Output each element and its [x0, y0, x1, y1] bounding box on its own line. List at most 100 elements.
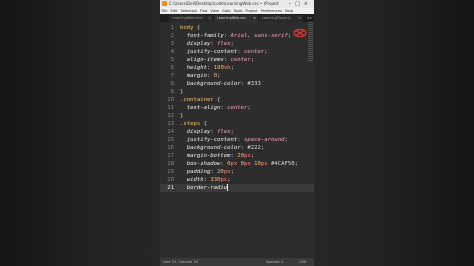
code-token: ;	[230, 129, 234, 135]
window-controls[interactable]: –□×	[289, 0, 312, 8]
code-line[interactable]: 2 font-family: Arial, sans-serif;	[160, 32, 314, 40]
tab-learningweb-html[interactable]: LearningWeb.html ×	[169, 15, 213, 22]
code-line[interactable]: 18 box-shadow: 0px 0px 10px #4CAF50;	[160, 160, 314, 168]
syntax-mode[interactable]: CSS	[299, 258, 306, 266]
code-token: .container	[180, 97, 214, 103]
code-text: .container {	[180, 96, 220, 104]
code-token: :	[237, 49, 245, 55]
code-line[interactable]: 10 .container {	[160, 96, 314, 104]
code-line[interactable]: 21 border-radiu	[160, 184, 314, 192]
code-text: height: 100vh;	[180, 64, 234, 72]
code-token: 20	[217, 169, 224, 175]
code-token: ;	[260, 145, 265, 151]
sublime-app-icon	[162, 1, 167, 6]
line-number: 17	[167, 153, 174, 159]
cursor-position: Line 21, Column 15	[163, 260, 198, 264]
code-token: ;	[227, 177, 231, 183]
code-token: width	[180, 177, 204, 183]
code-line[interactable]: 19 padding: 20px;	[160, 168, 314, 176]
code-token: px	[244, 161, 251, 167]
code-line[interactable]: 1 body {	[160, 24, 314, 32]
menu-view[interactable]: View	[210, 9, 219, 13]
close-icon[interactable]: ×	[253, 15, 256, 22]
code-token: px	[260, 161, 268, 167]
menu-help[interactable]: Help	[285, 9, 293, 13]
code-line[interactable]: 14 display: flex;	[160, 128, 314, 136]
code-line[interactable]: 12}	[160, 112, 314, 120]
code-line[interactable]: 5 align-items: center;	[160, 56, 314, 64]
menu-tools[interactable]: Tools	[234, 9, 243, 13]
menu-project[interactable]: Project	[245, 9, 257, 13]
code-token: ;	[247, 105, 251, 111]
code-text: .steps {	[180, 120, 207, 128]
code-text: width: 330px;	[180, 176, 231, 184]
code-text: padding: 20px;	[180, 168, 234, 176]
menu-edit[interactable]: Edit	[171, 9, 178, 13]
menu-preferences[interactable]: Preferences	[261, 9, 282, 13]
code-token: margin-bottom	[180, 153, 231, 159]
code-text: display: flex;	[180, 128, 234, 136]
code-token: 100	[213, 65, 224, 71]
code-token: center	[230, 57, 251, 63]
code-text: body {	[180, 24, 200, 32]
code-line[interactable]: 20 width: 330px;	[160, 176, 314, 184]
code-token: ;	[294, 161, 298, 167]
code-token: }	[180, 113, 184, 119]
code-editor[interactable]: 1 body {2 font-family: Arial, sans-serif;…	[160, 22, 314, 258]
code-token: ;	[230, 169, 234, 175]
code-text: justify-content: space-around;	[180, 136, 288, 144]
line-number: 2	[170, 33, 174, 39]
close-icon[interactable]: ×	[208, 15, 211, 22]
code-token: align-items	[180, 57, 224, 63]
menu-find[interactable]: Find	[200, 9, 207, 13]
tab-learningplayer-js[interactable]: LearningPlayer.js ×	[259, 15, 303, 22]
line-number: 6	[170, 65, 174, 71]
code-line[interactable]: 8 background-color: #333	[160, 80, 314, 88]
tab-learningweb-css[interactable]: LearningWeb.css ×	[214, 15, 258, 22]
code-token: center	[227, 105, 248, 111]
close-icon[interactable]: ×	[298, 15, 301, 22]
code-token: center	[244, 49, 265, 55]
code-line[interactable]: 16 background-color: #222;	[160, 144, 314, 152]
code-token: justify-content	[180, 137, 238, 143]
code-line[interactable]: 3 display: flex;	[160, 40, 314, 48]
code-line[interactable]: 4 justify-content: center;	[160, 48, 314, 56]
code-token: #222	[247, 145, 261, 151]
code-token: padding	[180, 169, 211, 175]
code-token: px	[244, 153, 251, 159]
tab-scroll-arrows-icon[interactable]: ◂ ▸	[307, 14, 312, 22]
minimap[interactable]	[308, 22, 313, 62]
line-number: 18	[167, 161, 174, 167]
code-line[interactable]: 17 margin-bottom: 20px;	[160, 152, 314, 160]
code-text: background-color: #333	[180, 80, 261, 88]
code-line[interactable]: 9}	[160, 88, 314, 96]
line-number: 13	[167, 121, 174, 127]
code-token: :	[223, 33, 231, 39]
code-token: ;	[250, 57, 255, 63]
code-token: Arial, sans-serif	[230, 33, 288, 39]
status-bar: Line 21, Column 15 Spaces: 2 CSS	[160, 258, 314, 266]
code-text: }	[180, 88, 183, 96]
line-number: 16	[167, 145, 174, 151]
menu-goto[interactable]: Goto	[222, 9, 231, 13]
line-number: 1	[170, 25, 174, 31]
indentation-setting[interactable]: Spaces: 2	[266, 258, 283, 266]
code-text: display: flex;	[180, 40, 234, 48]
code-line[interactable]: 13 .steps {	[160, 120, 314, 128]
menu-selection[interactable]: Selection	[180, 9, 197, 13]
code-text: font-family: Arial, sans-serif;	[180, 32, 291, 40]
code-token: ;	[230, 41, 234, 47]
code-token: {	[213, 97, 221, 103]
code-token: }	[180, 89, 184, 95]
code-token: :	[206, 65, 214, 71]
code-line[interactable]: 7 margin: 0;	[160, 72, 314, 80]
code-line[interactable]: 6 height: 100vh;	[160, 64, 314, 72]
line-number: 12	[167, 113, 174, 119]
tab-label: LearningPlayer.js	[262, 16, 291, 20]
line-number: 20	[167, 177, 174, 183]
code-line[interactable]: 11 text-align: center;	[160, 104, 314, 112]
code-text: border-radiu	[180, 184, 229, 192]
code-line[interactable]: 15 justify-content: space-around;	[160, 136, 314, 144]
code-token: display	[180, 41, 211, 47]
menu-file[interactable]: File	[162, 9, 168, 13]
